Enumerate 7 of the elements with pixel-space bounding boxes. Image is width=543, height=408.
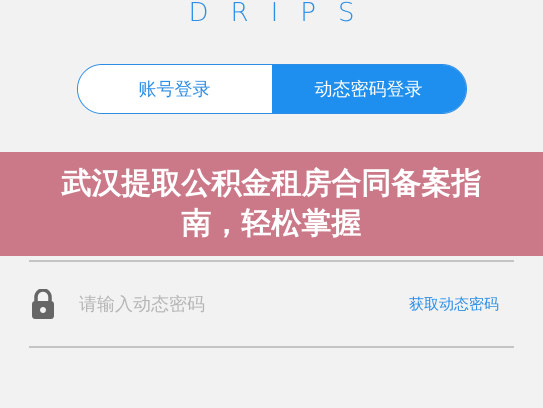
login-tab[interactable]: 账号登录: [78, 65, 272, 113]
get-code-link[interactable]: 获取动态密码: [409, 292, 514, 316]
banner-title: 武汉提取公积金租房合同备案指南，轻松掌握: [60, 165, 482, 243]
password-input[interactable]: 请输入动态密码: [77, 290, 387, 318]
logo-text: DRIPS: [188, 0, 378, 26]
login-tab[interactable]: 动态密码登录: [272, 65, 466, 113]
lock-icon: [31, 289, 55, 319]
